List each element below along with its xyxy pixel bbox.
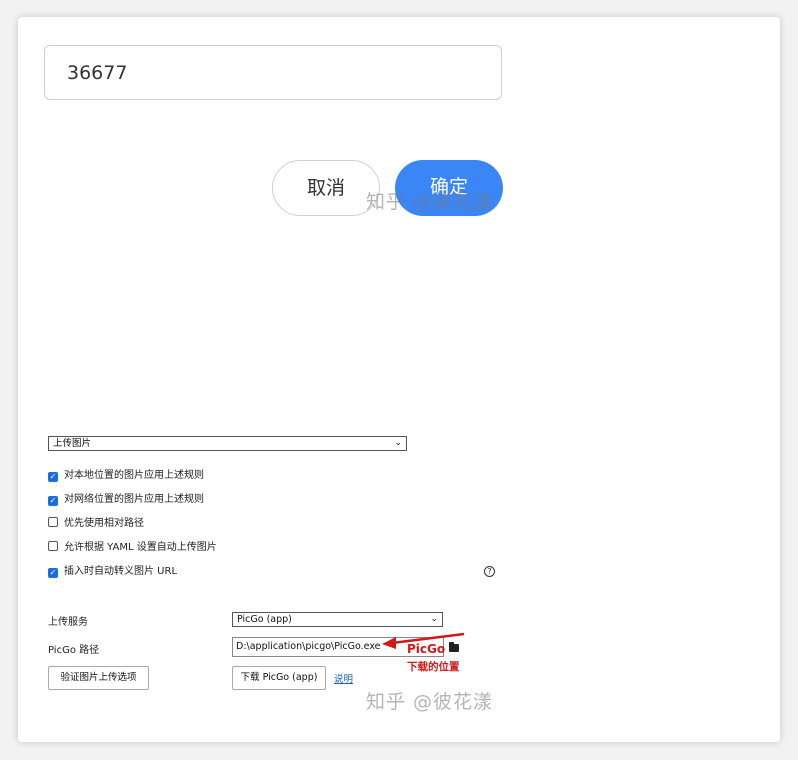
checkbox-yaml-auto-upload[interactable]: 允许根据 YAML 设置自动上传图片 <box>48 541 217 555</box>
checkbox-relative-path[interactable]: 优先使用相对路径 <box>48 517 144 531</box>
checkbox-label: 对本地位置的图片应用上述规则 <box>64 470 204 481</box>
chevron-down-icon: ⌄ <box>430 614 438 624</box>
checkbox-local-images[interactable]: ✓ 对本地位置的图片应用上述规则 <box>48 469 204 483</box>
checkbox-label: 插入时自动转义图片 URL <box>64 566 178 577</box>
port-input[interactable]: 36677 <box>44 45 502 100</box>
verify-upload-button[interactable]: 验证图片上传选项 <box>48 666 149 690</box>
cancel-button[interactable]: 取消 <box>272 160 380 216</box>
annotation-download-location: 下载的位置 <box>407 661 460 673</box>
watermark-top: 知乎 @彼花漾 <box>366 191 494 213</box>
settings-panel: 36677 取消 确定 知乎 @彼花漾 上传图片 ⌄ ✓ 对本地位置的图片应用上述… <box>18 17 780 742</box>
checkbox-escape-url[interactable]: ✓ 插入时自动转义图片 URL <box>48 565 177 579</box>
checkbox-unchecked-icon[interactable] <box>48 517 58 527</box>
checkbox-label: 优先使用相对路径 <box>64 518 144 529</box>
checkbox-network-images[interactable]: ✓ 对网络位置的图片应用上述规则 <box>48 493 204 507</box>
image-action-select[interactable]: 上传图片 ⌄ <box>48 436 407 451</box>
help-icon[interactable]: ? <box>484 566 495 577</box>
download-picgo-button[interactable]: 下载 PicGo (app) <box>232 666 326 690</box>
picgo-path-label: PicGo 路径 <box>48 645 100 656</box>
upload-service-label: 上传服务 <box>48 617 88 628</box>
upload-service-value: PicGo (app) <box>237 614 292 625</box>
upload-service-select[interactable]: PicGo (app) ⌄ <box>232 612 443 627</box>
docs-link[interactable]: 说明 <box>334 671 353 685</box>
checkbox-checked-icon[interactable]: ✓ <box>48 568 58 578</box>
annotation-picgo: PicGo <box>407 642 446 656</box>
checkbox-checked-icon[interactable]: ✓ <box>48 496 58 506</box>
checkbox-checked-icon[interactable]: ✓ <box>48 472 58 482</box>
checkbox-unchecked-icon[interactable] <box>48 541 58 551</box>
image-action-select-value: 上传图片 <box>53 438 92 449</box>
checkbox-label: 允许根据 YAML 设置自动上传图片 <box>64 542 217 553</box>
watermark-bottom: 知乎 @彼花漾 <box>366 691 494 713</box>
chevron-down-icon: ⌄ <box>394 438 402 448</box>
checkbox-label: 对网络位置的图片应用上述规则 <box>64 494 204 505</box>
